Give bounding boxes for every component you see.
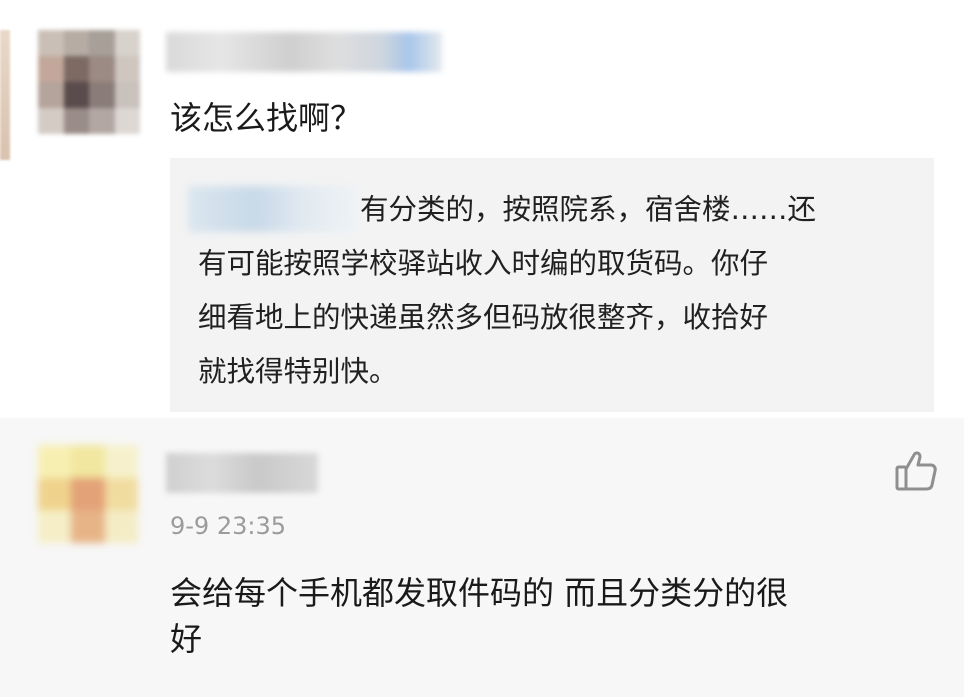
quoted-reply-line: 就找得特别快。 xyxy=(198,355,398,388)
comment-text-line: 好 xyxy=(170,620,203,658)
avatar[interactable] xyxy=(38,30,140,134)
quoted-reply[interactable]: 有分类的，按照院系，宿舍楼……还 有可能按照学校驿站收入时编的取货码。你仔 细看… xyxy=(170,158,934,412)
comment-timestamp: 9-9 23:35 xyxy=(170,512,286,540)
comment-text-line: 会给每个手机都发取件码的 而且分类分的很 xyxy=(170,574,789,612)
username-blurred[interactable] xyxy=(166,453,318,493)
comment-text: 该怎么找啊？ xyxy=(170,99,363,137)
comment-text: 会给每个手机都发取件码的 而且分类分的很 好 xyxy=(170,570,788,662)
partial-avatar xyxy=(0,30,10,160)
thumbs-up-icon[interactable] xyxy=(892,446,940,494)
quoted-reply-line: 有可能按照学校驿站收入时编的取货码。你仔 xyxy=(198,247,769,280)
avatar[interactable] xyxy=(38,445,138,543)
quoted-username-blurred[interactable] xyxy=(188,186,356,232)
quoted-reply-line: 有分类的，按照院系，宿舍楼……还 xyxy=(360,193,817,226)
username-blurred[interactable] xyxy=(166,32,442,72)
quoted-reply-line: 细看地上的快递虽然多但码放很整齐，收拾好 xyxy=(198,301,769,334)
